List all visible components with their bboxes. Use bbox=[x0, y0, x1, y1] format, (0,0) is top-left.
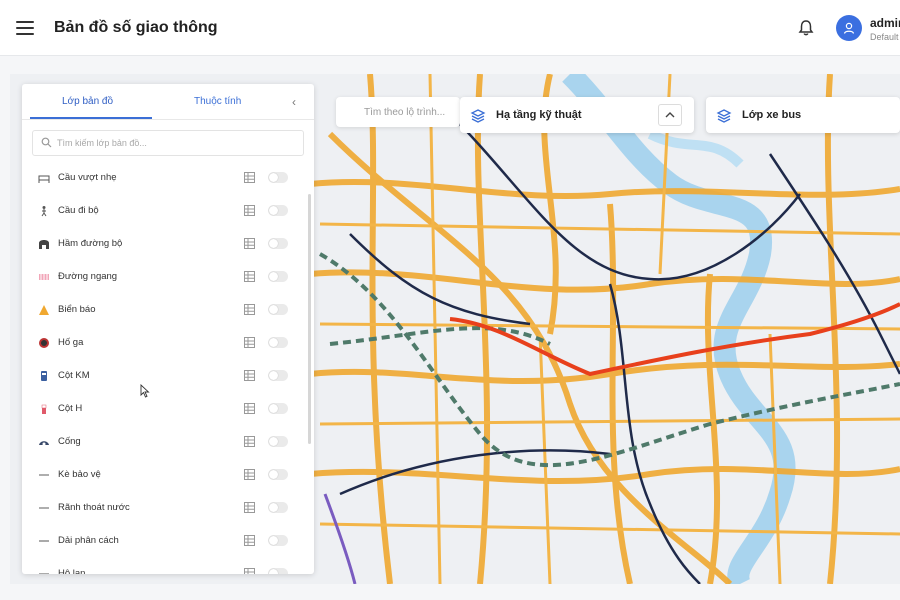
layer-toggle[interactable] bbox=[268, 238, 288, 249]
layer-toggle[interactable] bbox=[268, 370, 288, 381]
layer-item-label: Cầu đi bộ bbox=[58, 205, 99, 216]
panel-tabs: Lớp bản đồ Thuộc tính ‹ bbox=[22, 84, 314, 120]
chevron-up-icon[interactable] bbox=[658, 104, 682, 126]
km-post-icon bbox=[41, 371, 47, 381]
dash-icon bbox=[39, 507, 49, 509]
layer-item[interactable]: Dải phân cách bbox=[22, 525, 314, 558]
layer-panel: Lớp bản đồ Thuộc tính ‹ Cầu vượt nhẹCầu … bbox=[22, 84, 314, 574]
layer-item[interactable]: Cầu đi bộ bbox=[22, 195, 314, 228]
layer-item-label: Biển báo bbox=[58, 304, 96, 315]
table-icon[interactable] bbox=[244, 469, 255, 480]
layer-toggle[interactable] bbox=[268, 436, 288, 447]
layer-toggle[interactable] bbox=[268, 337, 288, 348]
bell-icon[interactable] bbox=[796, 18, 816, 38]
layer-item[interactable]: Biển báo bbox=[22, 294, 314, 327]
layer-item[interactable]: Cột H bbox=[22, 393, 314, 426]
layer-toggle[interactable] bbox=[268, 403, 288, 414]
layer-item[interactable]: Đường ngang bbox=[22, 261, 314, 294]
layer-item-label: Hố ga bbox=[58, 337, 84, 348]
table-icon[interactable] bbox=[244, 535, 255, 546]
table-icon[interactable] bbox=[244, 304, 255, 315]
user-icon bbox=[843, 22, 855, 34]
mouse-cursor-icon bbox=[140, 384, 150, 398]
layer-group-infrastructure[interactable]: Hạ tầng kỹ thuật bbox=[460, 97, 694, 133]
layer-toggle[interactable] bbox=[268, 205, 288, 216]
layers-icon bbox=[470, 109, 486, 123]
layer-item-label: Cột H bbox=[58, 403, 83, 414]
layer-group-label: Hạ tầng kỹ thuật bbox=[496, 109, 582, 121]
table-icon[interactable] bbox=[244, 403, 255, 414]
tab-layers[interactable]: Lớp bản đồ bbox=[62, 96, 113, 107]
user-name: admin bbox=[870, 16, 900, 30]
layer-toggle[interactable] bbox=[268, 535, 288, 546]
layer-toggle[interactable] bbox=[268, 271, 288, 282]
layer-item[interactable]: Hộ lan bbox=[22, 558, 314, 574]
bridge-icon bbox=[38, 175, 50, 183]
warning-sign-icon bbox=[39, 305, 49, 315]
table-icon[interactable] bbox=[244, 436, 255, 447]
tunnel-icon bbox=[39, 240, 49, 249]
culvert-icon bbox=[39, 441, 49, 446]
layer-list: Cầu vượt nhẹ Cầu đi bộ Hầm đường bộ Đường n… bbox=[22, 162, 314, 574]
tab-attributes[interactable]: Thuộc tính bbox=[194, 96, 241, 107]
layer-toggle[interactable] bbox=[268, 172, 288, 183]
dash-icon bbox=[39, 540, 49, 542]
route-search[interactable] bbox=[336, 97, 460, 127]
menu-icon[interactable] bbox=[14, 17, 36, 39]
layer-item-label: Rãnh thoát nước bbox=[58, 502, 130, 513]
page-title: Bản đồ số giao thông bbox=[54, 19, 218, 36]
table-icon[interactable] bbox=[244, 205, 255, 216]
layer-toggle[interactable] bbox=[268, 568, 288, 574]
top-bar: Bản đồ số giao thông admin Default bbox=[0, 0, 900, 56]
layer-item[interactable]: Cống bbox=[22, 426, 314, 459]
pedestrian-icon bbox=[41, 206, 47, 217]
manhole-icon bbox=[39, 338, 49, 348]
layer-item[interactable]: Hố ga bbox=[22, 327, 314, 360]
layer-toggle[interactable] bbox=[268, 502, 288, 513]
table-icon[interactable] bbox=[244, 370, 255, 381]
table-icon[interactable] bbox=[244, 337, 255, 348]
layer-search-input[interactable] bbox=[57, 135, 297, 151]
user-role: Default bbox=[870, 32, 899, 42]
layer-item-label: Đường ngang bbox=[58, 271, 118, 282]
layer-item-label: Cống bbox=[58, 436, 81, 447]
layer-search[interactable] bbox=[32, 130, 304, 156]
layer-item[interactable]: Hầm đường bộ bbox=[22, 228, 314, 261]
active-tab-indicator bbox=[30, 117, 152, 119]
table-icon[interactable] bbox=[244, 238, 255, 249]
layers-icon bbox=[716, 109, 732, 123]
h-post-icon bbox=[41, 404, 47, 414]
layer-item-label: Hộ lan bbox=[58, 568, 86, 574]
table-icon[interactable] bbox=[244, 502, 255, 513]
layer-item[interactable]: Cột KM bbox=[22, 360, 314, 393]
table-icon[interactable] bbox=[244, 271, 255, 282]
avatar[interactable] bbox=[836, 15, 862, 41]
layer-item[interactable]: Rãnh thoát nước bbox=[22, 492, 314, 525]
layer-item-label: Kè bảo vệ bbox=[58, 469, 101, 480]
layer-item-label: Cột KM bbox=[58, 370, 90, 381]
layer-group-bus[interactable]: Lớp xe bus bbox=[706, 97, 900, 133]
table-icon[interactable] bbox=[244, 172, 255, 183]
layer-item-label: Hầm đường bộ bbox=[58, 238, 123, 249]
layer-toggle[interactable] bbox=[268, 304, 288, 315]
layer-toggle[interactable] bbox=[268, 469, 288, 480]
dash-icon bbox=[39, 573, 49, 574]
table-icon[interactable] bbox=[244, 568, 255, 574]
layer-item-label: Cầu vượt nhẹ bbox=[58, 172, 117, 183]
route-search-input[interactable] bbox=[364, 105, 460, 119]
layer-item[interactable]: Cầu vượt nhẹ bbox=[22, 162, 314, 195]
layer-group-label: Lớp xe bus bbox=[742, 109, 802, 121]
crossing-icon bbox=[39, 274, 49, 280]
dash-icon bbox=[39, 474, 49, 476]
collapse-panel-icon[interactable]: ‹ bbox=[292, 95, 296, 109]
scrollbar[interactable] bbox=[308, 194, 311, 444]
layer-item[interactable]: Kè bảo vệ bbox=[22, 459, 314, 492]
layer-item-label: Dải phân cách bbox=[58, 535, 119, 546]
search-icon bbox=[41, 137, 52, 148]
